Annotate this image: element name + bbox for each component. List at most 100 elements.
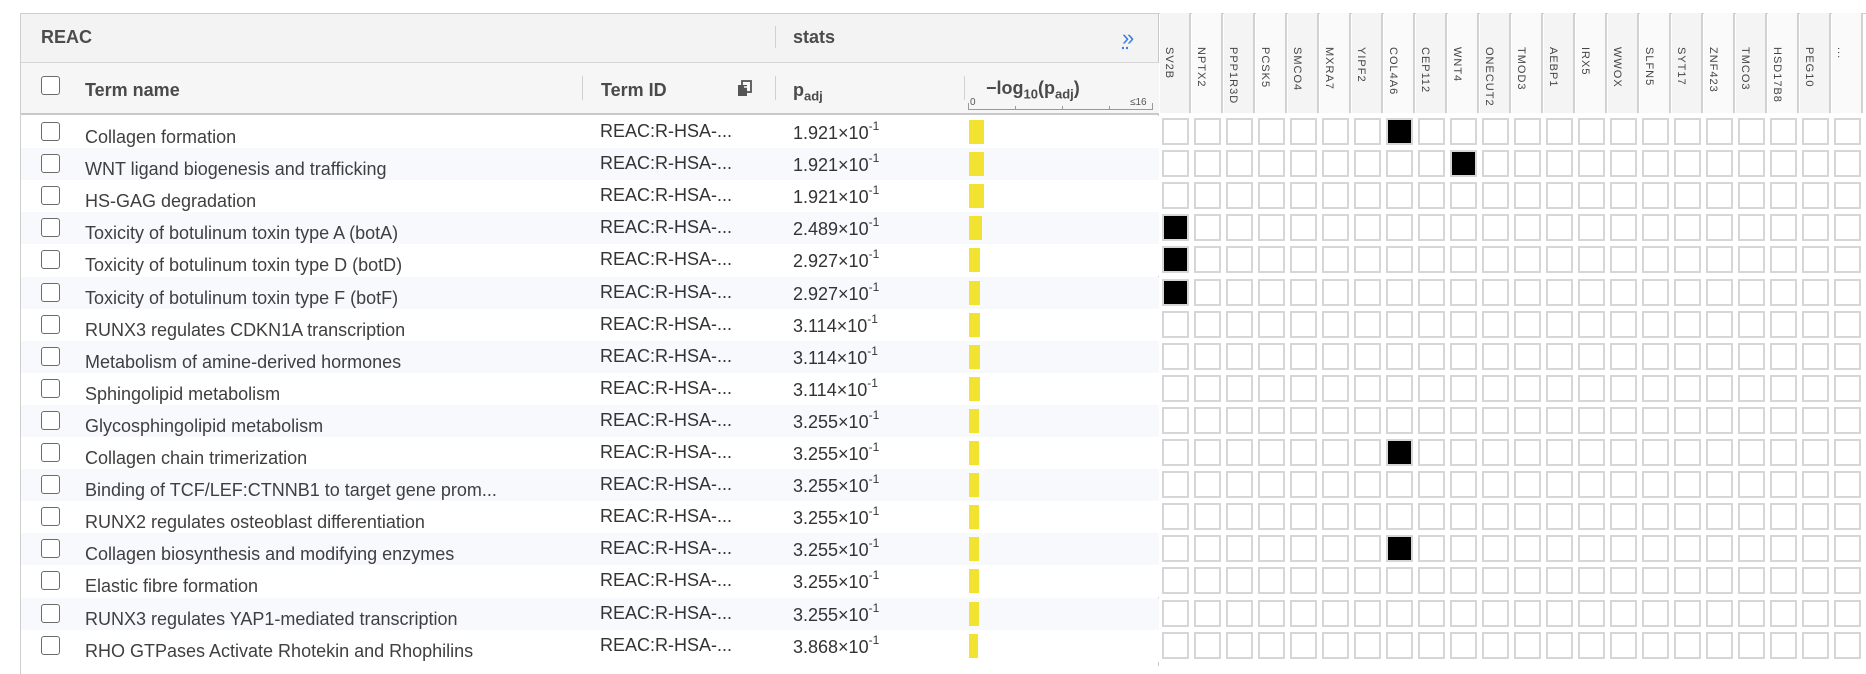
term-name-header[interactable]: Term name bbox=[85, 80, 180, 101]
table-row[interactable]: Collagen biosynthesis and modifying enzy… bbox=[21, 533, 1159, 566]
gene-column-header[interactable]: PCSK5 bbox=[1256, 13, 1287, 113]
term-id[interactable]: REAC:R-HSA-... bbox=[600, 442, 732, 463]
expand-columns-button[interactable]: » bbox=[1122, 25, 1134, 51]
term-id[interactable]: REAC:R-HSA-... bbox=[600, 570, 732, 591]
gene-column-header[interactable]: MXRA7 bbox=[1320, 13, 1351, 113]
term-name[interactable]: Elastic fibre formation bbox=[85, 576, 258, 597]
term-name[interactable]: Toxicity of botulinum toxin type F (botF… bbox=[85, 288, 398, 309]
row-checkbox[interactable] bbox=[41, 122, 60, 141]
row-checkbox[interactable] bbox=[41, 186, 60, 206]
column-resizer[interactable] bbox=[775, 76, 776, 100]
row-checkbox[interactable] bbox=[41, 282, 60, 302]
column-resizer[interactable] bbox=[964, 76, 965, 100]
row-checkbox[interactable] bbox=[41, 571, 60, 591]
gene-column-header[interactable]: TMOD3 bbox=[1512, 13, 1543, 113]
term-id[interactable]: REAC:R-HSA-... bbox=[600, 474, 732, 495]
copy-ids-icon[interactable] bbox=[735, 78, 755, 103]
column-resizer[interactable] bbox=[582, 76, 583, 100]
neglog-header[interactable]: −log10(padj) bbox=[986, 78, 1080, 102]
gene-column-header[interactable]: NPTX2 bbox=[1192, 13, 1223, 113]
table-row[interactable]: RHO GTPases Activate Rhotekin and Rhophi… bbox=[21, 629, 1159, 662]
table-row[interactable]: RUNX2 regulates osteoblast differentiati… bbox=[21, 501, 1159, 534]
term-id[interactable]: REAC:R-HSA-... bbox=[600, 538, 732, 559]
row-checkbox[interactable] bbox=[41, 154, 60, 174]
gene-column-header[interactable]: SYT17 bbox=[1672, 13, 1703, 113]
row-checkbox[interactable] bbox=[41, 378, 60, 398]
gene-column-header[interactable]: IRX5 bbox=[1576, 13, 1607, 113]
term-name[interactable]: Collagen biosynthesis and modifying enzy… bbox=[85, 544, 454, 565]
term-id[interactable]: REAC:R-HSA-... bbox=[600, 153, 732, 174]
term-name[interactable]: RUNX2 regulates osteoblast differentiati… bbox=[85, 512, 425, 533]
term-name[interactable]: Collagen chain trimerization bbox=[85, 448, 307, 469]
gene-column-header[interactable]: PEG10 bbox=[1800, 13, 1831, 113]
table-row[interactable]: RUNX3 regulates YAP1-mediated transcript… bbox=[21, 597, 1159, 630]
row-checkbox[interactable] bbox=[41, 410, 60, 430]
term-id[interactable]: REAC:R-HSA-... bbox=[600, 185, 732, 206]
table-row[interactable]: HS-GAG degradation REAC:R-HSA-... 1.921×10… bbox=[21, 180, 1159, 213]
table-row[interactable]: WNT ligand biogenesis and trafficking REA… bbox=[21, 148, 1159, 181]
row-checkbox[interactable] bbox=[41, 635, 60, 655]
gene-column-header[interactable]: COL4A6 bbox=[1384, 13, 1415, 113]
gene-column-header[interactable]: WWOX bbox=[1608, 13, 1639, 113]
table-row[interactable]: Sphingolipid metabolism REAC:R-HSA-... 3.1… bbox=[21, 372, 1159, 405]
term-name[interactable]: Collagen formation bbox=[85, 127, 236, 148]
padj-header[interactable]: padj bbox=[793, 80, 823, 104]
term-name[interactable]: WNT ligand biogenesis and trafficking bbox=[85, 159, 387, 180]
term-id[interactable]: REAC:R-HSA-... bbox=[600, 635, 732, 656]
select-all-checkbox[interactable] bbox=[41, 76, 60, 95]
table-row[interactable]: Binding of TCF/LEF:CTNNB1 to target gene… bbox=[21, 469, 1159, 502]
table-row[interactable]: Toxicity of botulinum toxin type D (botD… bbox=[21, 244, 1159, 277]
gene-column-header[interactable]: ZNF423 bbox=[1704, 13, 1735, 113]
gene-column-header[interactable]: SV2B bbox=[1160, 13, 1191, 113]
term-id[interactable]: REAC:R-HSA-... bbox=[600, 282, 732, 303]
term-name[interactable]: RUNX3 regulates CDKN1A transcription bbox=[85, 320, 405, 341]
row-checkbox[interactable] bbox=[41, 507, 60, 527]
gene-column-header[interactable]: WNT4 bbox=[1448, 13, 1479, 113]
gene-column-header[interactable]: CEP112 bbox=[1416, 13, 1447, 113]
table-row[interactable]: Collagen formation REAC:R-HSA-... 1.921×10… bbox=[21, 116, 1159, 148]
term-name[interactable]: Metabolism of amine-derived hormones bbox=[85, 352, 401, 373]
row-checkbox[interactable] bbox=[41, 250, 60, 270]
gene-column-header[interactable]: SMCO4 bbox=[1288, 13, 1319, 113]
table-row[interactable]: RUNX3 regulates CDKN1A transcription REAC… bbox=[21, 308, 1159, 341]
term-id[interactable]: REAC:R-HSA-... bbox=[600, 603, 732, 624]
table-row[interactable]: Collagen chain trimerization REAC:R-HSA-.… bbox=[21, 437, 1159, 469]
term-name[interactable]: HS-GAG degradation bbox=[85, 191, 256, 212]
gene-column-header[interactable]: YIPF2 bbox=[1352, 13, 1383, 113]
gene-column-header[interactable]: ONECUT2 bbox=[1480, 13, 1511, 113]
row-checkbox[interactable] bbox=[41, 314, 60, 334]
term-name[interactable]: Glycosphingolipid metabolism bbox=[85, 416, 323, 437]
gene-column-header[interactable]: SLFN5 bbox=[1640, 13, 1671, 113]
term-id[interactable]: REAC:R-HSA-... bbox=[600, 314, 732, 335]
term-id[interactable]: REAC:R-HSA-... bbox=[600, 217, 732, 238]
row-checkbox[interactable] bbox=[41, 218, 60, 238]
row-checkbox[interactable] bbox=[41, 539, 60, 559]
table-row[interactable]: Elastic fibre formation REAC:R-HSA-... 3.2… bbox=[21, 565, 1159, 598]
term-id[interactable]: REAC:R-HSA-... bbox=[600, 506, 732, 527]
gene-column-header[interactable]: TMCO3 bbox=[1736, 13, 1767, 113]
row-checkbox[interactable] bbox=[41, 443, 60, 462]
term-name[interactable]: Sphingolipid metabolism bbox=[85, 384, 280, 405]
term-id[interactable]: REAC:R-HSA-... bbox=[600, 378, 732, 399]
row-checkbox[interactable] bbox=[41, 603, 60, 623]
row-checkbox[interactable] bbox=[41, 346, 60, 366]
gene-column-header[interactable]: ... bbox=[1832, 13, 1863, 113]
term-name[interactable]: RUNX3 regulates YAP1-mediated transcript… bbox=[85, 609, 458, 630]
gene-column-header[interactable]: HSD17B8 bbox=[1768, 13, 1799, 113]
table-row[interactable]: Toxicity of botulinum toxin type F (botF… bbox=[21, 276, 1159, 309]
term-id[interactable]: REAC:R-HSA-... bbox=[600, 410, 732, 431]
term-name[interactable]: RHO GTPases Activate Rhotekin and Rhophi… bbox=[85, 641, 473, 662]
table-row[interactable]: Glycosphingolipid metabolism REAC:R-HSA-.… bbox=[21, 404, 1159, 437]
term-name[interactable]: Toxicity of botulinum toxin type D (botD… bbox=[85, 255, 402, 276]
term-name[interactable]: Toxicity of botulinum toxin type A (botA… bbox=[85, 223, 398, 244]
term-id[interactable]: REAC:R-HSA-... bbox=[600, 121, 732, 142]
row-checkbox[interactable] bbox=[41, 475, 60, 495]
term-id[interactable]: REAC:R-HSA-... bbox=[600, 346, 732, 367]
term-id[interactable]: REAC:R-HSA-... bbox=[600, 249, 732, 270]
term-name[interactable]: Binding of TCF/LEF:CTNNB1 to target gene… bbox=[85, 480, 497, 501]
table-row[interactable]: Toxicity of botulinum toxin type A (botA… bbox=[21, 212, 1159, 245]
term-id-header[interactable]: Term ID bbox=[601, 80, 667, 101]
gene-column-header[interactable]: AEBP1 bbox=[1544, 13, 1575, 113]
gene-column-header[interactable]: PPP1R3D bbox=[1224, 13, 1255, 113]
table-row[interactable]: Metabolism of amine-derived hormones REAC… bbox=[21, 340, 1159, 373]
